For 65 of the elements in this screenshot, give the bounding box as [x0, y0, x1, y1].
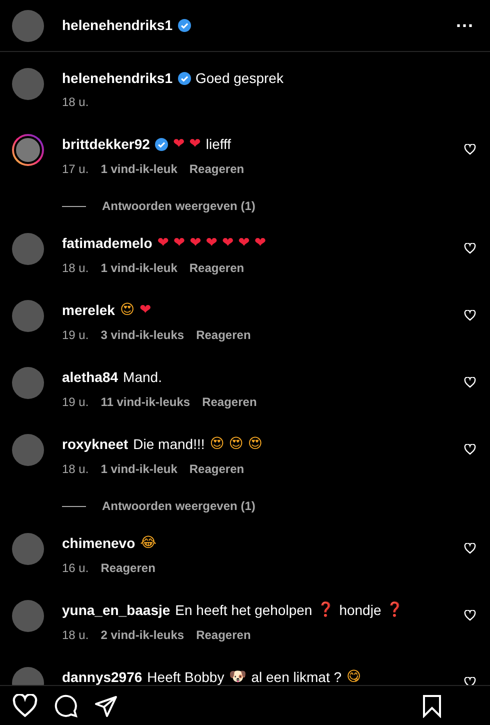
- reply-link[interactable]: Reageren: [100, 560, 156, 576]
- comment-text: Die mand!!!: [133, 435, 205, 454]
- timestamp: 18 u.: [62, 260, 89, 276]
- timestamp: 18 u.: [62, 461, 89, 477]
- username[interactable]: dannys2976: [62, 667, 142, 685]
- comment-text: hondje: [339, 601, 382, 620]
- comment-text: liefff: [206, 135, 232, 154]
- like-count[interactable]: 1 vind-ik-leuk: [100, 260, 178, 276]
- username[interactable]: yuna_en_baasje: [62, 600, 170, 620]
- timestamp: 18 u.: [62, 627, 89, 643]
- comment-icon[interactable]: [54, 694, 78, 718]
- view-replies-link[interactable]: Antwoorden weergeven (1): [102, 197, 256, 215]
- reply-link[interactable]: Reageren: [189, 461, 244, 477]
- username[interactable]: helenehendriks1: [62, 15, 172, 36]
- comment-text: Mand.: [123, 368, 162, 387]
- reply-link[interactable]: Reageren: [202, 394, 257, 410]
- reply-link[interactable]: Reageren: [196, 327, 251, 343]
- username[interactable]: helenehendriks1: [62, 68, 172, 88]
- emoji: 😍 😍 😍: [210, 435, 262, 454]
- timestamp: 16 u.: [62, 560, 89, 576]
- emoji: 😂: [140, 534, 156, 553]
- like-comment-icon[interactable]: [464, 610, 476, 621]
- like-comment-icon[interactable]: [464, 677, 476, 685]
- comment-text: al een likmat ?: [251, 668, 342, 685]
- caption-text: Goed gesprek: [196, 69, 284, 88]
- reply-link[interactable]: Reageren: [196, 627, 251, 643]
- emoji: 😍: [120, 301, 135, 320]
- view-replies-link[interactable]: Antwoorden weergeven (1): [102, 497, 256, 515]
- like-comment-icon[interactable]: [464, 543, 476, 554]
- emoji: 🐶: [229, 668, 246, 685]
- like-count[interactable]: 1 vind-ik-leuk: [100, 161, 178, 177]
- username[interactable]: brittdekker92: [62, 134, 150, 154]
- avatar[interactable]: [12, 134, 44, 166]
- reply-link[interactable]: Reageren: [189, 161, 244, 177]
- emoji: ❓: [386, 600, 404, 620]
- like-count[interactable]: 3 vind-ik-leuks: [100, 327, 184, 343]
- username[interactable]: aletha84: [62, 367, 118, 387]
- emoji: ❤: [140, 301, 152, 320]
- like-comment-icon[interactable]: [464, 243, 476, 254]
- like-comment-icon[interactable]: [464, 310, 476, 321]
- timestamp: 19 u.: [62, 394, 89, 410]
- like-count[interactable]: 2 vind-ik-leuks: [100, 627, 184, 643]
- username[interactable]: fatimademelo: [62, 233, 152, 253]
- like-comment-icon[interactable]: [464, 144, 476, 155]
- like-comment-icon[interactable]: [464, 444, 476, 455]
- emoji: ❤ ❤: [172, 135, 201, 154]
- like-count[interactable]: 1 vind-ik-leuk: [100, 461, 178, 477]
- like-count[interactable]: 11 vind-ik-leuks: [100, 394, 190, 410]
- like-comment-icon[interactable]: [464, 377, 476, 388]
- username[interactable]: roxykneet: [62, 434, 128, 454]
- like-icon[interactable]: [12, 694, 38, 718]
- bookmark-icon[interactable]: [422, 694, 442, 718]
- username[interactable]: merelek: [62, 300, 115, 320]
- emoji: 😋: [346, 668, 362, 685]
- more-options-button[interactable]: ...: [452, 8, 478, 43]
- send-icon[interactable]: [94, 694, 118, 718]
- emoji: ❓: [317, 600, 334, 620]
- timestamp: 19 u.: [62, 327, 89, 343]
- reply-link[interactable]: Reageren: [189, 260, 244, 276]
- emoji: ❤ ❤ ❤ ❤ ❤ ❤ ❤: [157, 234, 266, 253]
- comment-text: En heeft het geholpen: [175, 601, 312, 620]
- timestamp: 17 u.: [62, 161, 89, 177]
- comment-text: Heeft Bobby: [147, 668, 224, 685]
- username[interactable]: chimenevo: [62, 533, 136, 553]
- timestamp: 18 u.: [62, 94, 89, 110]
